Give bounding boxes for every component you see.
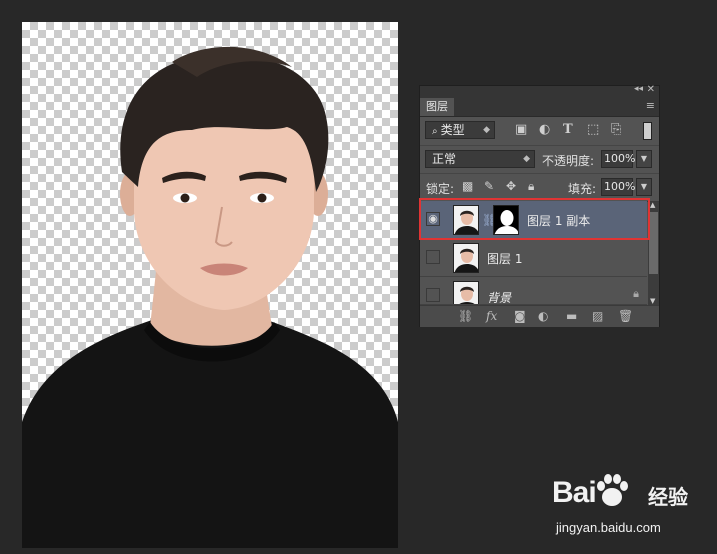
close-panel-icon[interactable]: ✕: [647, 84, 655, 95]
opacity-field[interactable]: 100%: [601, 150, 635, 168]
baidu-paw-logo: [597, 474, 628, 506]
link-layers-icon[interactable]: ⛓︎: [458, 309, 473, 323]
portrait-image: [22, 46, 398, 548]
layer-thumbnail[interactable]: [453, 205, 479, 235]
panel-titlebar: ◂◂ ✕: [420, 84, 659, 98]
new-group-icon[interactable]: ▬: [566, 309, 577, 323]
lock-label: 锁定:: [426, 182, 455, 196]
fill-field[interactable]: 100%: [601, 178, 635, 196]
add-mask-icon[interactable]: ◙: [514, 309, 526, 323]
fill-label: 填充:: [568, 182, 597, 196]
visibility-toggle[interactable]: [426, 250, 440, 264]
blend-mode-select[interactable]: 正常 ◆: [425, 150, 535, 168]
adjustment-layer-icon[interactable]: ◐: [538, 309, 548, 323]
opacity-dropdown-button[interactable]: ▼: [636, 150, 652, 168]
chevron-updown-icon: ◆: [523, 154, 530, 164]
layers-footer: ⛓︎ fx ◙ ◐ ▬ ▨ 🗑︎: [420, 305, 659, 327]
layers-panel: ◂◂ ✕ 图层 ≡ ⌕ 类型 ◆ ▣ ◐ T ⬚ ⎘ 正常 ◆ 不透明度: 100…: [419, 84, 660, 327]
image-filter-icon[interactable]: ▣: [515, 122, 527, 137]
layer-row-selected[interactable]: ◉ ⛓︎ 图层 1 副本: [420, 201, 647, 239]
shape-filter-icon[interactable]: ⬚: [587, 122, 599, 137]
lock-transparent-pixels-icon[interactable]: ▩: [462, 179, 473, 193]
panel-tab-row: 图层 ≡: [420, 98, 659, 117]
search-icon: ⌕: [432, 126, 438, 137]
lock-row: 锁定: ▩ ✎ ✥ 🔒︎ 填充: 100% ▼: [420, 174, 659, 202]
collapse-panel-icon[interactable]: ◂◂: [634, 84, 643, 94]
tab-layers[interactable]: 图层: [420, 98, 454, 116]
filter-kind-select[interactable]: ⌕ 类型 ◆: [425, 121, 495, 139]
layer-name[interactable]: 背景: [487, 289, 511, 304]
eye-icon[interactable]: ◉: [426, 212, 440, 226]
scroll-down-icon[interactable]: ▼: [650, 297, 655, 305]
lock-image-pixels-icon[interactable]: ✎: [484, 179, 494, 193]
scroll-thumb[interactable]: [649, 212, 658, 274]
fill-dropdown-button[interactable]: ▼: [636, 178, 652, 196]
opacity-label: 不透明度:: [542, 154, 595, 168]
text-filter-icon[interactable]: T: [563, 122, 573, 137]
blend-mode-row: 正常 ◆ 不透明度: 100% ▼: [420, 146, 659, 174]
filter-kind-label: 类型: [440, 123, 465, 137]
fx-icon[interactable]: fx: [486, 309, 497, 323]
layer-row[interactable]: 图层 1: [420, 239, 647, 277]
layers-scrollbar[interactable]: ▲ ▼: [648, 201, 659, 305]
filter-toggle-switch[interactable]: [643, 122, 652, 140]
layer-filter-row: ⌕ 类型 ◆ ▣ ◐ T ⬚ ⎘: [420, 117, 659, 146]
new-layer-icon[interactable]: ▨: [592, 309, 603, 323]
watermark-jingyan: 经验: [648, 485, 688, 509]
visibility-toggle[interactable]: [426, 288, 440, 302]
scroll-up-icon[interactable]: ▲: [650, 201, 655, 209]
layer-thumbnail[interactable]: [453, 243, 479, 273]
layer-name[interactable]: 图层 1: [487, 250, 522, 267]
watermark-url: jingyan.baidu.com: [556, 520, 661, 535]
smart-object-filter-icon[interactable]: ⎘: [611, 122, 621, 137]
lock-all-icon[interactable]: 🔒︎: [528, 179, 534, 194]
chevron-updown-icon: ◆: [483, 125, 490, 135]
layer-row-background[interactable]: 背景 🔒︎: [420, 277, 647, 305]
layer-mask-thumbnail[interactable]: [493, 205, 519, 235]
adjustment-filter-icon[interactable]: ◐: [539, 122, 550, 137]
layer-name[interactable]: 图层 1 副本: [527, 212, 590, 229]
lock-position-icon[interactable]: ✥: [506, 179, 516, 193]
watermark-logo: Bai: [552, 476, 597, 509]
document-canvas[interactable]: [22, 22, 398, 548]
trash-icon[interactable]: 🗑︎: [618, 309, 633, 323]
blend-mode-value: 正常: [432, 152, 457, 166]
panel-menu-icon[interactable]: ≡: [646, 99, 655, 112]
layer-thumbnail[interactable]: [453, 281, 479, 304]
lock-icon: 🔒︎: [633, 287, 639, 300]
